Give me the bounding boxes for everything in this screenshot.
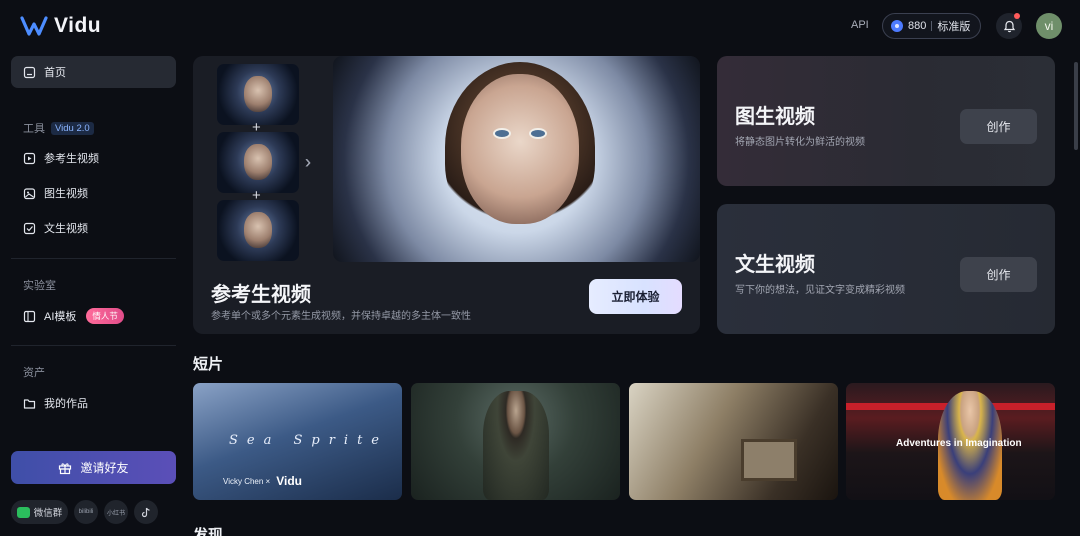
bilibili-icon: bilibili [78, 509, 94, 515]
hero-image-eye [529, 128, 547, 139]
short-video-card[interactable] [411, 383, 620, 500]
hero-title: 参考生视频 [211, 284, 311, 306]
api-link[interactable]: API [851, 19, 869, 31]
sidebar-item-home[interactable]: 首页 [11, 56, 176, 88]
pill-divider [931, 21, 933, 31]
home-icon [23, 66, 36, 78]
xiaohongshu-icon: 小红书 [106, 510, 125, 517]
sidebar-item-label: 文生视频 [44, 223, 88, 235]
short-credit: Vicky Chen × Vidu [223, 474, 302, 488]
reference-thumbnail [217, 132, 299, 193]
reference-video-icon [23, 152, 36, 164]
short-credit-author: Vicky Chen × [223, 476, 271, 486]
avatar[interactable]: vi [1036, 13, 1062, 39]
hero-subtitle: 参考单个或多个元素生成视频，并保持卓越的多主体一致性 [211, 311, 471, 322]
tiktok-link[interactable] [134, 500, 158, 524]
short-credit-brand: Vidu [276, 474, 302, 488]
text-video-icon [23, 222, 36, 234]
sidebar-divider [11, 258, 176, 259]
short-thumbnail-frame [741, 439, 797, 481]
short-video-card[interactable] [629, 383, 838, 500]
plan-label: 标准版 [937, 21, 971, 33]
short-video-card[interactable]: Sea Sprite Vicky Chen × Vidu [193, 383, 402, 500]
notifications-button[interactable] [996, 13, 1022, 39]
card-title: 文生视频 [735, 254, 815, 276]
social-links: 微信群 bilibili 小红书 [11, 500, 158, 524]
xiaohongshu-link[interactable]: 小红书 [104, 500, 128, 524]
sidebar-item-label: AI模板 [44, 311, 77, 323]
version-badge: Vidu 2.0 [51, 121, 94, 135]
card-subtitle: 将静态图片转化为鲜活的视频 [735, 137, 865, 148]
lab-section-label: 实验室 [23, 277, 56, 293]
hero-image-face [461, 74, 579, 224]
brand-name: Vidu [54, 14, 102, 37]
sidebar-item-image-to-video[interactable]: 图生视频 [11, 177, 176, 209]
card-title: 图生视频 [735, 106, 815, 128]
tiktok-icon [141, 507, 150, 517]
assets-label: 资产 [23, 367, 45, 379]
tools-section-label: 工具 Vidu 2.0 [23, 120, 94, 136]
sidebar-item-label: 我的作品 [44, 398, 88, 410]
assets-section-label: 资产 [23, 364, 45, 380]
credit-coin-icon [891, 20, 903, 32]
sidebar-item-text-to-video[interactable]: 文生视频 [11, 212, 176, 244]
invite-label: 邀请好友 [80, 461, 129, 475]
reference-video-hero[interactable]: + + ››› 参考生视频 参考单个或多个元素生成视频，并保持卓越的多主体一致性… [193, 56, 700, 334]
tools-label: 工具 [23, 123, 45, 135]
card-subtitle: 写下你的想法，见证文字变成精彩视频 [735, 285, 905, 296]
bilibili-link[interactable]: bilibili [74, 500, 98, 524]
folder-icon [23, 398, 36, 409]
gift-icon [59, 462, 72, 474]
credits-pill[interactable]: 880 标准版 [882, 13, 981, 39]
invite-friends-button[interactable]: 邀请好友 [11, 451, 176, 484]
page-scrollbar[interactable] [1074, 62, 1078, 150]
notification-dot [1014, 13, 1020, 19]
template-icon [23, 310, 36, 322]
text-to-video-card[interactable]: 文生视频 写下你的想法，见证文字变成精彩视频 创作 [717, 204, 1055, 334]
reference-thumbnail [217, 64, 299, 125]
sidebar-item-reference-video[interactable]: 参考生视频 [11, 142, 176, 174]
sidebar-item-ai-template[interactable]: AI模板 情人节 [11, 300, 176, 332]
hero-result-image [333, 56, 700, 262]
sidebar-item-label: 参考生视频 [44, 153, 99, 165]
try-now-button[interactable]: 立即体验 [589, 279, 682, 314]
wechat-icon [16, 506, 30, 518]
short-video-card[interactable]: Adventures in Imagination [846, 383, 1055, 500]
image-to-video-card[interactable]: 图生视频 将静态图片转化为鲜活的视频 创作 [717, 56, 1055, 186]
shorts-section-title: 短片 [193, 356, 224, 373]
reference-thumbnail [217, 200, 299, 261]
short-overlay-text: Sea Sprite [229, 433, 388, 448]
image-video-icon [23, 187, 36, 199]
hero-image-eye [493, 128, 511, 139]
lab-label: 实验室 [23, 280, 56, 292]
credits-count: 880 [908, 20, 927, 32]
create-button[interactable]: 创作 [960, 257, 1037, 292]
short-thumbnail-figure [483, 391, 549, 500]
sidebar-item-label: 图生视频 [44, 188, 88, 200]
bell-icon [1003, 20, 1015, 32]
sidebar-item-label: 首页 [44, 67, 66, 79]
sidebar-item-my-works[interactable]: 我的作品 [11, 387, 176, 419]
vidu-logo-icon [20, 16, 48, 36]
short-overlay-text: Adventures in Imagination [896, 438, 1022, 449]
create-button[interactable]: 创作 [960, 109, 1037, 144]
valentines-badge: 情人节 [86, 308, 124, 324]
sidebar-divider [11, 345, 176, 346]
wechat-group-link[interactable]: 微信群 [11, 500, 68, 524]
discover-section-title: 发现 [193, 527, 224, 536]
wechat-label: 微信群 [33, 508, 63, 519]
brand-logo[interactable]: Vidu [20, 14, 101, 38]
